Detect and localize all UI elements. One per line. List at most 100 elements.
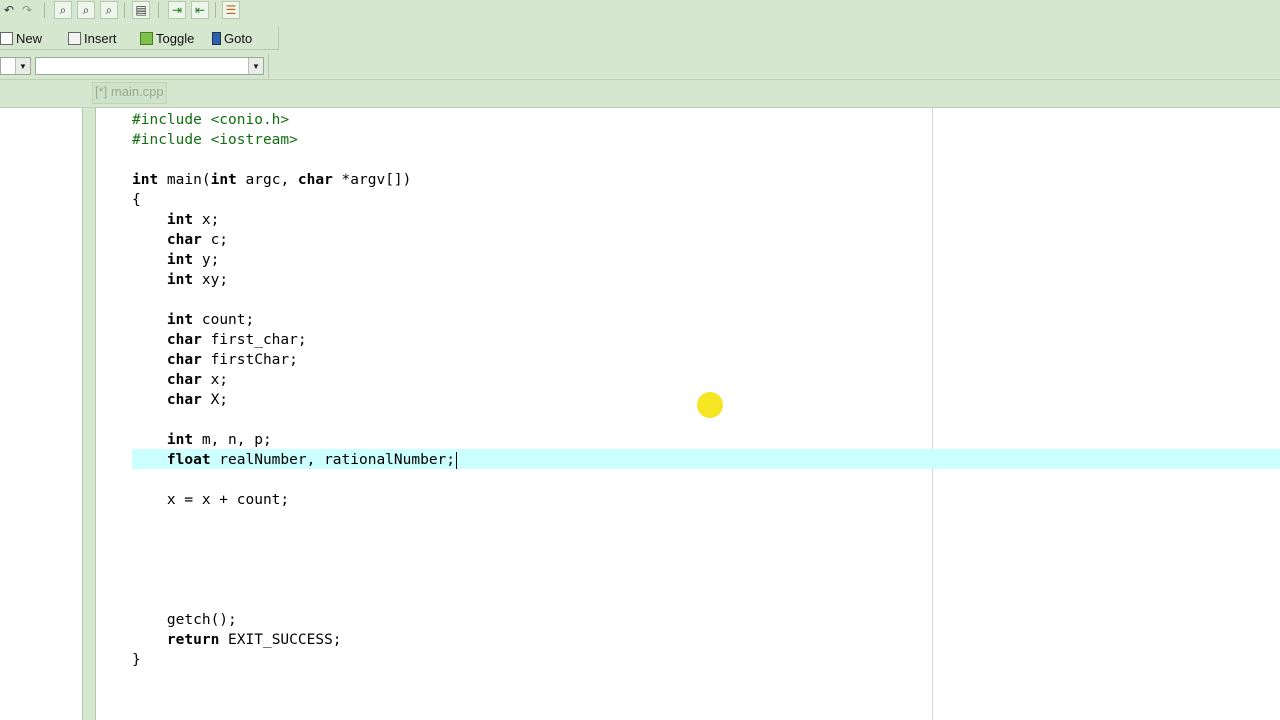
insert-icon — [68, 31, 81, 45]
toggle-bookmark-icon — [140, 31, 153, 45]
redo-icon[interactable]: ↷ — [18, 1, 36, 19]
code-line[interactable]: return EXIT_SUCCESS; — [132, 630, 342, 650]
right-margin-line — [932, 108, 933, 720]
code-line[interactable]: char c; — [132, 230, 228, 250]
code-text: X; — [201, 392, 229, 408]
code-line[interactable]: int m, n, p; — [132, 430, 272, 450]
code-keyword: int — [166, 312, 194, 328]
code-keyword: int — [166, 432, 194, 448]
code-line[interactable]: char X; — [132, 390, 228, 410]
mouse-pointer-highlight — [697, 392, 723, 418]
code-keyword: int — [166, 272, 194, 288]
chevron-down-icon[interactable]: ▼ — [248, 58, 263, 74]
find-next-icon[interactable]: ⌕ — [100, 1, 118, 19]
toolbar-row-class-browser: ▼ ▼ — [0, 54, 269, 78]
undo-icon[interactable]: ↶ — [0, 1, 18, 19]
code-line[interactable]: #include <conio.h> — [132, 110, 289, 130]
code-keyword: int — [166, 252, 194, 268]
code-line[interactable]: x = x + count; — [132, 490, 289, 510]
code-keyword: char — [166, 372, 202, 388]
code-keyword: float — [166, 452, 211, 468]
code-keyword: int — [166, 212, 194, 228]
code-text: { — [132, 192, 141, 208]
code-line[interactable]: int xy; — [132, 270, 228, 290]
code-line[interactable]: { — [132, 190, 141, 210]
unindent-icon[interactable]: ⇤ — [191, 1, 209, 19]
indent-icon[interactable]: ⇥ — [168, 1, 186, 19]
code-text: firstChar; — [201, 352, 298, 368]
toolbar-separator — [158, 2, 159, 18]
code-text: count; — [193, 312, 255, 328]
code-keyword: return — [166, 632, 220, 648]
toolbar-separator — [44, 2, 45, 18]
code-keyword: int — [210, 172, 237, 188]
code-keyword: char — [166, 332, 202, 348]
code-line[interactable]: float realNumber, rationalNumber; — [132, 450, 458, 470]
tab-label: [*] main.cpp — [95, 84, 164, 99]
new-button[interactable]: New — [0, 28, 42, 48]
code-line[interactable]: char first_char; — [132, 330, 307, 350]
code-line[interactable]: char x; — [132, 370, 228, 390]
toggle-button-label: Toggle — [156, 30, 195, 46]
toolbar-row-bookmarks: New Insert Toggle Goto — [0, 27, 279, 50]
code-text: x; — [193, 212, 220, 228]
toolbar-row-icons: ↶ ↷ ⌕ ⌕ ⌕ ▤ ⇥ ⇤ ☰ — [0, 0, 250, 21]
code-line[interactable]: char firstChar; — [132, 350, 298, 370]
code-text: x; — [201, 372, 229, 388]
divider — [0, 79, 1280, 80]
code-editor[interactable]: #include <conio.h> #include <iostream> int… — [0, 108, 1280, 720]
print-icon[interactable]: ▤ — [132, 1, 150, 19]
code-line[interactable]: #include <iostream> — [132, 130, 298, 150]
toggle-button[interactable]: Toggle — [140, 28, 194, 48]
code-line[interactable]: int y; — [132, 250, 219, 270]
find-icon[interactable]: ⌕ — [54, 1, 72, 19]
class-combo[interactable]: ▼ — [0, 57, 31, 75]
new-button-label: New — [16, 30, 43, 46]
toolbar-separator — [124, 2, 125, 18]
code-line[interactable]: getch(); — [132, 610, 237, 630]
insert-button[interactable]: Insert — [68, 28, 117, 48]
code-text: argc, — [236, 172, 298, 188]
editor-gutter[interactable] — [82, 108, 96, 720]
code-text: xy; — [193, 272, 229, 288]
tab-main-cpp[interactable]: [*] main.cpp — [92, 82, 167, 104]
code-text: y; — [193, 252, 220, 268]
code-line[interactable]: int x; — [132, 210, 219, 230]
code-text: main( — [158, 172, 211, 188]
ide-chrome: ↶ ↷ ⌕ ⌕ ⌕ ▤ ⇥ ⇤ ☰ New Insert Toggle Goto — [0, 0, 1280, 108]
code-line[interactable]: } — [132, 650, 141, 670]
code-line[interactable]: int main(int argc, char *argv[]) — [132, 170, 411, 190]
goto-button-label: Goto — [224, 30, 253, 46]
code-keyword: char — [166, 392, 202, 408]
code-text: getch(); — [132, 612, 237, 628]
new-file-icon — [0, 31, 13, 45]
insert-button-label: Insert — [84, 30, 117, 46]
code-keyword: char — [166, 232, 202, 248]
project-options-icon[interactable]: ☰ — [222, 1, 240, 19]
goto-bookmark-icon — [212, 31, 221, 45]
member-combo[interactable]: ▼ — [35, 57, 264, 75]
code-text: *argv[]) — [332, 172, 412, 188]
chevron-down-icon[interactable]: ▼ — [15, 58, 30, 74]
code-text: } — [132, 652, 141, 668]
goto-button[interactable]: Goto — [212, 28, 252, 48]
code-text: c; — [201, 232, 229, 248]
code-text: EXIT_SUCCESS; — [219, 632, 342, 648]
code-preprocessor: #include <conio.h> — [132, 112, 290, 128]
code-keyword: char — [166, 352, 202, 368]
replace-icon[interactable]: ⌕ — [77, 1, 95, 19]
code-line[interactable]: int count; — [132, 310, 254, 330]
code-text: first_char; — [201, 332, 307, 348]
